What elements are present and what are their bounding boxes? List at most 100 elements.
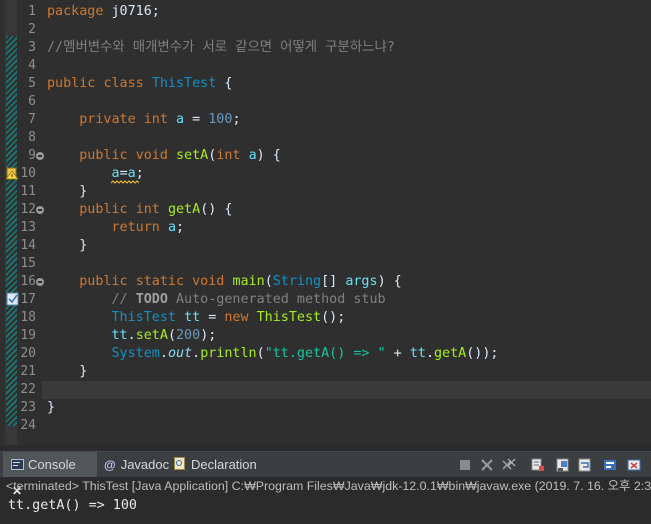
code-token: = xyxy=(184,112,209,127)
pin-console-icon[interactable] xyxy=(603,458,617,472)
console-output[interactable]: tt.getA() => 100 xyxy=(0,495,651,524)
fold-toggle-icon[interactable] xyxy=(36,152,44,160)
code-token: a xyxy=(127,166,136,181)
code-token: . xyxy=(159,346,168,361)
code-line[interactable]: return a; xyxy=(47,219,185,237)
code-line[interactable]: tt.setA(200); xyxy=(47,327,217,345)
code-token: a xyxy=(111,166,120,181)
tab-label: Declaration xyxy=(191,457,257,472)
code-line[interactable]: public class ThisTest { xyxy=(47,75,232,93)
fold-toggle-icon[interactable] xyxy=(36,278,44,286)
line-number: 13 xyxy=(20,220,36,235)
code-token: public xyxy=(79,202,128,217)
warning-underline xyxy=(111,180,140,184)
line-number: 23 xyxy=(20,400,36,415)
line-number: 8 xyxy=(28,130,36,145)
code-line[interactable]: public int getA() { xyxy=(47,201,232,219)
current-line-highlight xyxy=(42,381,651,399)
remove-all-terminated-icon[interactable] xyxy=(502,458,516,472)
code-token: main xyxy=(232,274,265,289)
code-token: ( xyxy=(256,346,265,361)
line-number: 15 xyxy=(20,256,36,271)
line-number: 18 xyxy=(20,310,36,325)
code-token: setA xyxy=(135,328,168,343)
code-token: . xyxy=(192,346,201,361)
code-line[interactable]: private int a = 100; xyxy=(47,111,241,129)
code-line[interactable]: System.out.println("tt.getA() => " + tt.… xyxy=(47,345,499,363)
code-token: + xyxy=(385,346,410,361)
code-token: } xyxy=(47,184,88,199)
code-token: ; xyxy=(135,166,144,181)
code-token: Auto-generated method stub xyxy=(167,292,386,307)
code-token: class xyxy=(103,76,144,91)
code-token: "tt.getA() => " xyxy=(264,346,386,361)
code-line[interactable]: public static void main(String[] args) { xyxy=(47,273,402,291)
line-number: 16 xyxy=(20,274,36,289)
code-token: out xyxy=(167,346,193,361)
code-token: return xyxy=(111,220,160,235)
code-line[interactable]: public void setA(int a) { xyxy=(47,147,281,165)
code-token: j0716; xyxy=(103,4,160,19)
task-icon[interactable] xyxy=(6,292,20,306)
display-selected-console-icon[interactable] xyxy=(627,458,641,472)
tab-declaration[interactable]: Declaration xyxy=(174,452,257,477)
console-view-tabbar: Console ✕ @ Javadoc Declaration xyxy=(0,451,651,498)
tab-label: Console xyxy=(28,457,76,472)
code-line[interactable]: } xyxy=(47,363,87,381)
line-number: 21 xyxy=(20,364,36,379)
terminate-icon[interactable] xyxy=(458,458,472,472)
code-token: (); xyxy=(321,310,346,325)
tab-javadoc[interactable]: @ Javadoc xyxy=(104,452,169,477)
code-token: ; xyxy=(232,112,241,127)
console-status-line: <terminated> ThisTest [Java Application]… xyxy=(6,479,651,493)
fold-toggle-icon[interactable] xyxy=(36,206,44,214)
scroll-lock-icon[interactable] xyxy=(556,458,570,472)
line-number: 12 xyxy=(20,202,36,217)
remove-launch-icon[interactable] xyxy=(480,458,494,472)
javadoc-icon: @ xyxy=(104,458,116,473)
code-token: System xyxy=(111,346,160,361)
line-number: 5 xyxy=(28,76,36,91)
code-line[interactable]: // TODO Auto-generated method stub xyxy=(47,291,386,309)
code-line[interactable]: package j0716; xyxy=(47,3,160,21)
code-token: ( xyxy=(167,328,176,343)
code-line[interactable]: } xyxy=(47,399,55,417)
code-token: ) { xyxy=(377,274,402,289)
code-token: a xyxy=(248,148,257,163)
line-number: 7 xyxy=(28,112,36,127)
clear-console-icon[interactable] xyxy=(531,458,545,472)
code-token: //멤버변수와 매개변수가 서로 같으면 어떻게 구분하느냐? xyxy=(47,40,395,55)
code-line[interactable]: ThisTest tt = new ThisTest(); xyxy=(47,309,346,327)
code-token: TODO xyxy=(135,292,168,307)
code-token: } xyxy=(47,364,88,379)
code-token: 100 xyxy=(208,112,233,127)
word-wrap-icon[interactable] xyxy=(578,458,592,472)
code-editor[interactable]: 1 2 3 4 5 6 7 8 9 10 11 12 13 14 15 16 17 18 19 20 21 22 23 24 … xyxy=(0,0,651,445)
code-token: static xyxy=(135,274,185,289)
code-token: new xyxy=(224,310,249,325)
code-line[interactable]: } xyxy=(47,237,87,255)
code-token: public xyxy=(79,274,128,289)
code-token: . xyxy=(425,346,434,361)
code-token: tt xyxy=(111,328,128,343)
code-line[interactable]: } xyxy=(47,183,87,201)
line-number: 24 xyxy=(20,418,36,433)
code-line[interactable]: //멤버변수와 매개변수가 서로 같으면 어떻게 구분하느냐? xyxy=(47,39,395,57)
warning-icon[interactable] xyxy=(6,166,20,180)
code-token: = xyxy=(119,166,128,181)
code-token: a xyxy=(176,112,185,127)
line-number: 11 xyxy=(20,184,36,199)
code-token: int xyxy=(135,202,160,217)
tab-console[interactable]: Console ✕ xyxy=(3,452,97,498)
code-token: ; xyxy=(176,220,185,235)
